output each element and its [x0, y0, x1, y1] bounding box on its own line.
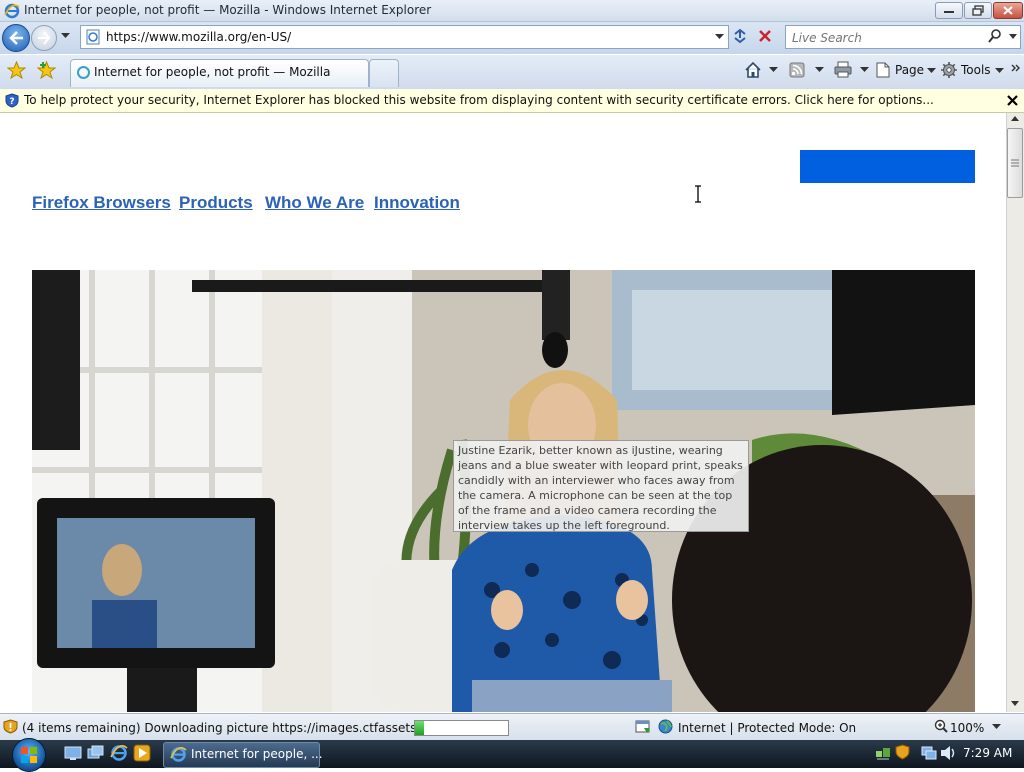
stop-icon: [759, 30, 771, 42]
address-bar[interactable]: https://www.mozilla.org/en-US/: [80, 25, 729, 49]
information-bar[interactable]: ? To help protect your security, Interne…: [0, 89, 1024, 113]
search-input[interactable]: [790, 29, 989, 47]
status-text: (4 items remaining) Downloading picture …: [22, 721, 462, 735]
tools-dropdown-icon: [995, 68, 1004, 73]
tab-active[interactable]: Internet for people, not profit — Mozill…: [70, 59, 369, 87]
scroll-up-icon[interactable]: [1011, 116, 1019, 122]
close-icon: [1003, 6, 1013, 15]
progress-bar-fill: [415, 721, 424, 735]
maximize-button[interactable]: [964, 2, 992, 19]
nav-link-firefox-browsers[interactable]: Firefox Browsers: [32, 193, 171, 213]
nav-link-who-we-are[interactable]: Who We Are: [265, 193, 364, 213]
history-dropdown-icon[interactable]: [61, 33, 70, 39]
thumb-grip-icon: [1011, 159, 1019, 167]
information-bar-message[interactable]: To help protect your security, Internet …: [24, 93, 934, 107]
warning-shield-icon[interactable]: [3, 719, 18, 734]
volume-icon[interactable]: [940, 745, 957, 761]
scroll-down-icon[interactable]: [1011, 701, 1019, 707]
print-icon[interactable]: [834, 61, 852, 78]
zoom-icon[interactable]: [934, 719, 948, 733]
address-dropdown-icon[interactable]: [715, 34, 724, 40]
vertical-scrollbar[interactable]: [1006, 113, 1024, 712]
globe-icon: [658, 719, 673, 734]
taskbar: [0, 740, 1024, 768]
media-player-icon[interactable]: [133, 744, 151, 762]
taskbar-clock[interactable]: 7:29 AM: [963, 746, 1012, 760]
restore-icon: [972, 5, 984, 16]
start-button[interactable]: [12, 738, 46, 772]
title-bar: Internet for people, not profit — Mozill…: [0, 0, 1024, 22]
page-icon: [86, 29, 100, 45]
ie-quicklaunch-icon[interactable]: [110, 744, 128, 762]
feeds-dropdown-icon[interactable]: [815, 67, 824, 73]
ie-logo-icon: [170, 747, 187, 762]
refresh-icon: [734, 28, 746, 44]
download-firefox-button[interactable]: [800, 150, 975, 183]
search-box[interactable]: [785, 25, 1021, 49]
refresh-button[interactable]: [729, 25, 751, 47]
back-button[interactable]: [2, 24, 30, 52]
forward-arrow-icon: [38, 31, 51, 45]
security-tray-icon[interactable]: [895, 744, 910, 760]
feeds-icon[interactable]: [789, 62, 805, 78]
taskbar-button-ie[interactable]: Internet for people, ...: [163, 742, 323, 768]
add-favorites-icon[interactable]: [37, 61, 56, 79]
nav-link-products[interactable]: Products: [179, 193, 253, 213]
switch-windows-icon[interactable]: [87, 745, 105, 761]
scrollbar-thumb[interactable]: [1007, 128, 1023, 198]
show-desktop-icon[interactable]: [64, 745, 82, 761]
network-status-icon[interactable]: [921, 745, 937, 761]
home-dropdown-icon[interactable]: [769, 67, 778, 73]
taskbar-button-label: Internet for people, ...: [191, 747, 323, 761]
page-dropdown-icon: [927, 68, 936, 73]
chevron-more-icon[interactable]: [1010, 60, 1020, 80]
search-icon[interactable]: [988, 29, 1002, 43]
image-tooltip: Justine Ezarik, better known as iJustine…: [453, 440, 749, 532]
nav-link-innovation[interactable]: Innovation: [374, 193, 460, 213]
forward-button[interactable]: [31, 25, 57, 51]
ie-logo-icon: [4, 3, 20, 19]
zoom-dropdown-icon[interactable]: [992, 724, 1001, 730]
search-options-icon[interactable]: [1009, 34, 1017, 40]
popup-blocker-icon[interactable]: [635, 719, 651, 734]
close-icon[interactable]: [1007, 95, 1018, 106]
new-tab-button[interactable]: [369, 59, 399, 87]
close-window-button[interactable]: [993, 2, 1023, 19]
svg-text:?: ?: [9, 97, 14, 107]
favorites-star-icon[interactable]: [7, 61, 26, 79]
text-cursor-icon: [695, 185, 701, 203]
tab-label: Internet for people, not profit — Mozill…: [94, 65, 331, 79]
progress-bar: [414, 720, 509, 736]
print-dropdown-icon[interactable]: [860, 67, 869, 73]
windows-logo-icon: [21, 747, 37, 763]
page-menu-button[interactable]: Page: [874, 60, 936, 80]
window-title: Internet for people, not profit — Mozill…: [24, 3, 432, 17]
shield-icon: ?: [5, 93, 19, 108]
page-menu-icon: [876, 62, 890, 78]
security-zone-text[interactable]: Internet | Protected Mode: On: [678, 721, 856, 735]
minimize-button[interactable]: [935, 2, 963, 19]
back-arrow-icon: [9, 31, 23, 45]
tools-menu-button[interactable]: Tools: [940, 60, 1004, 80]
address-url[interactable]: https://www.mozilla.org/en-US/: [106, 30, 291, 44]
gear-icon: [941, 62, 957, 78]
tools-menu-label: Tools: [961, 63, 991, 77]
network-tray-icon[interactable]: [875, 745, 891, 761]
zoom-level[interactable]: 100%: [950, 721, 984, 735]
stop-button[interactable]: [754, 25, 776, 47]
page-menu-label: Page: [895, 63, 925, 77]
home-icon[interactable]: [744, 61, 762, 78]
minimize-icon: [944, 11, 954, 13]
loading-icon: [77, 66, 90, 79]
